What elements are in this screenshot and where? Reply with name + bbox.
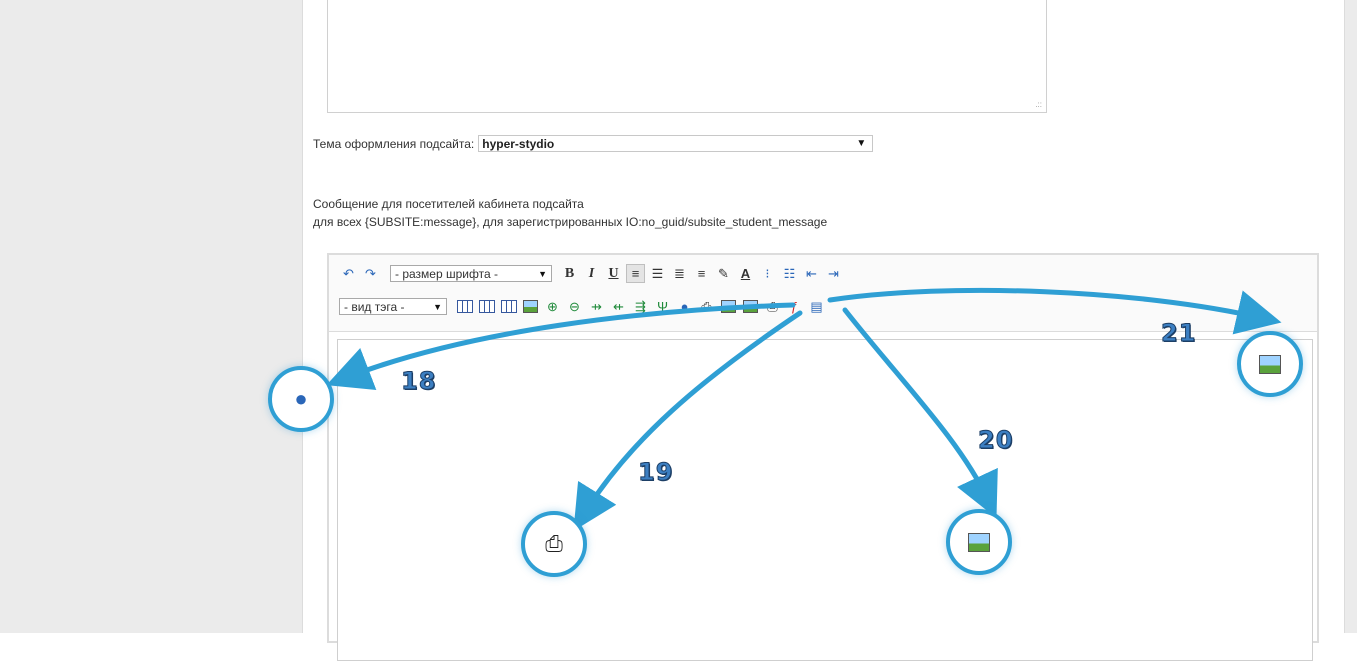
align-right-icon[interactable]: ≣ [670,264,689,283]
font-size-select[interactable]: - размер шрифта - ▼ [390,265,552,282]
flash-icon[interactable]: ƒ [785,297,804,316]
delete-row-icon[interactable]: ⊖ [565,297,584,316]
theme-select[interactable]: hyper-stydio ▼ [478,135,874,152]
callout-number-19: 19 [637,458,674,487]
bullet-list-icon[interactable]: ⁝ [758,264,777,283]
image-icon [968,532,990,552]
link-icon[interactable]: ● [675,297,694,316]
chevron-down-icon: ▼ [433,301,442,312]
theme-row: Тема оформления подсайта: hyper-stydio ▼ [313,135,874,152]
undo-icon[interactable]: ↶ [339,264,358,283]
font-size-select-value: - размер шрифта - [395,266,498,281]
message-label: Сообщение для посетителей кабинета подса… [313,195,827,231]
highlight-icon[interactable]: ✎ [714,264,733,283]
top-textarea[interactable]: .:: [327,0,1047,113]
image-icon[interactable] [719,297,738,316]
link-icon: ● [294,386,308,411]
callout-number-18: 18 [400,367,437,396]
bold-button[interactable]: B [560,264,579,283]
chevron-down-icon: ▼ [856,138,867,149]
align-center-icon[interactable]: ☰ [648,264,667,283]
outdent-icon[interactable]: ⇤ [802,264,821,283]
chevron-down-icon: ▼ [538,268,547,279]
callout-21 [1237,331,1303,397]
print-icon[interactable]: ⎙ [763,297,782,316]
italic-button[interactable]: I [582,264,601,283]
rich-text-editor: ↶ ↷ - размер шрифта - ▼ B I U ≡ ☰ ≣ ≡ ✎ … [327,253,1319,661]
cell-image-icon[interactable] [521,297,540,316]
numbered-list-icon[interactable]: ☷ [780,264,799,283]
message-label-line2: для всех {SUBSITE:message}, для зарегист… [313,215,828,229]
table-edit-icon[interactable] [477,297,496,316]
toolbar-row-2: - вид тэга - ▼ ⊕ ⊖ ⇸ ⇷ ⇶ Ψ ● ⎙ ⎙ ƒ ▤ [339,297,829,316]
callout-number-21: 21 [1160,319,1197,348]
callout-18: ● [268,366,334,432]
callout-number-20: 20 [977,426,1014,455]
left-panel [0,0,303,633]
table-icon[interactable] [455,297,474,316]
theme-select-value: hyper-stydio [482,136,555,151]
table-props-icon[interactable] [499,297,518,316]
callout-20 [946,509,1012,575]
tag-select-value: - вид тэга - [344,299,405,314]
insert-col-icon[interactable]: ⇸ [587,297,606,316]
form-icon[interactable]: ⎙ [697,297,716,316]
merge-cells-icon[interactable]: ⇶ [631,297,650,316]
delete-col-icon[interactable]: ⇷ [609,297,628,316]
underline-button[interactable]: U [604,264,623,283]
text-color-icon[interactable]: A [736,264,755,283]
resize-grip-icon[interactable]: .:: [1035,101,1042,109]
editor-content-area[interactable] [337,339,1313,661]
toolbar-row-1: ↶ ↷ - размер шрифта - ▼ B I U ≡ ☰ ≣ ≡ ✎ … [339,264,846,283]
form-icon: ⎙ [545,531,563,556]
right-panel [1344,0,1357,633]
insert-row-icon[interactable]: ⊕ [543,297,562,316]
tag-select[interactable]: - вид тэга - ▼ [339,298,447,315]
callout-19: ⎙ [521,511,587,577]
gallery-icon[interactable] [741,297,760,316]
gallery-icon [1259,354,1281,374]
split-cell-icon[interactable]: Ψ [653,297,672,316]
redo-icon[interactable]: ↷ [361,264,380,283]
align-left-icon[interactable]: ≡ [626,264,645,283]
theme-label: Тема оформления подсайта: [313,136,475,151]
indent-icon[interactable]: ⇥ [824,264,843,283]
message-label-line1: Сообщение для посетителей кабинета подса… [313,197,584,211]
align-justify-icon[interactable]: ≡ [692,264,711,283]
save-icon[interactable]: ▤ [807,297,826,316]
